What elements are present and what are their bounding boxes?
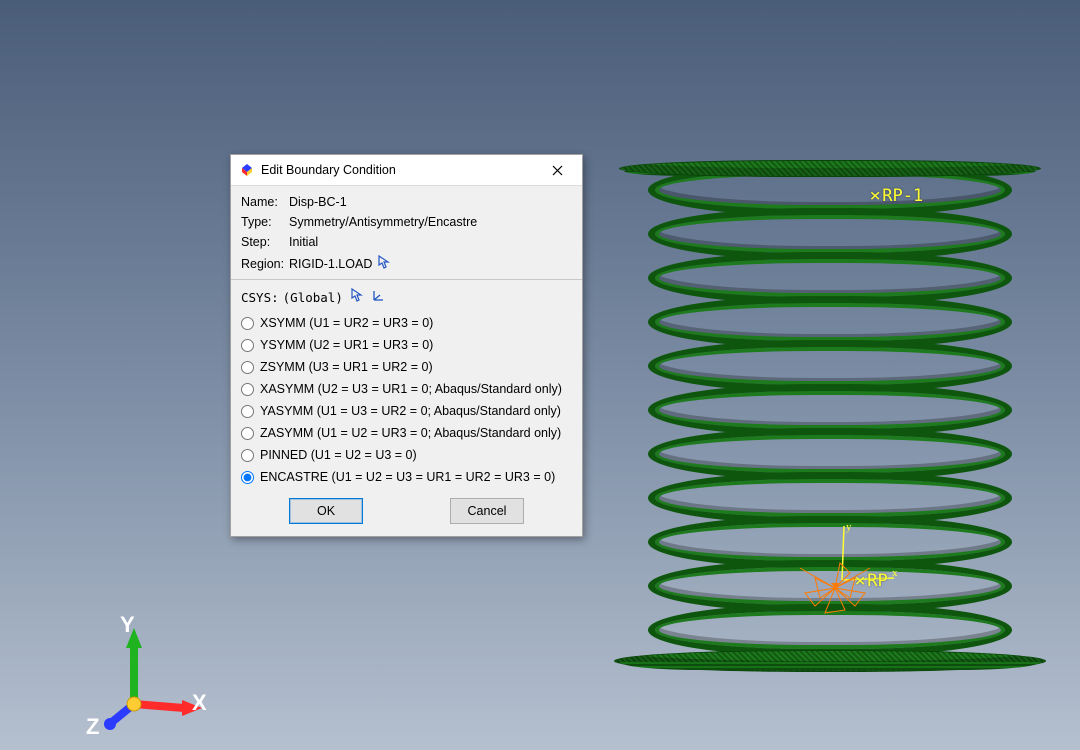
option-label: YASYMM (U1 = U3 = UR2 = 0; Abaqus/Standa… [260,404,561,418]
axis-z-label: Z [86,714,99,740]
radio-xasymm[interactable] [241,383,254,396]
dialog-titlebar[interactable]: Edit Boundary Condition [231,155,582,186]
type-label: Type: [241,215,289,229]
ok-button[interactable]: OK [289,498,363,524]
reference-point-2-label: ×RP [855,571,888,591]
option-label: YSYMM (U2 = UR1 = UR3 = 0) [260,338,433,352]
separator [231,279,582,280]
option-pinned[interactable]: PINNED (U1 = U2 = U3 = 0) [241,444,572,466]
close-icon [552,165,563,176]
global-axis-triad[interactable]: Y X Z [74,618,214,738]
option-ysymm[interactable]: YSYMM (U2 = UR1 = UR3 = 0) [241,334,572,356]
radio-zsymm[interactable] [241,361,254,374]
option-label: PINNED (U1 = U2 = U3 = 0) [260,448,417,462]
bottom-plate-edge [620,662,1040,670]
cancel-button[interactable]: Cancel [450,498,524,524]
step-value: Initial [289,235,318,249]
rp-anchor-icon: × [854,571,865,591]
radio-pinned[interactable] [241,449,254,462]
close-button[interactable] [538,158,576,182]
region-value: RIGID-1.LOAD [289,257,372,271]
region-label: Region: [241,257,289,271]
create-csys-icon[interactable] [371,289,385,306]
option-label: XASYMM (U2 = U3 = UR1 = 0; Abaqus/Standa… [260,382,562,396]
axis-y-label: Y [120,612,135,638]
option-zasymm[interactable]: ZASYMM (U1 = U2 = UR3 = 0; Abaqus/Standa… [241,422,572,444]
radio-xsymm[interactable] [241,317,254,330]
type-value: Symmetry/Antisymmetry/Encastre [289,215,477,229]
fea-viewport[interactable]: x y ×RP-1 ×RP [0,0,1080,750]
name-value: Disp-BC-1 [289,195,347,209]
option-label: ZASYMM (U1 = U2 = UR3 = 0; Abaqus/Standa… [260,426,561,440]
radio-zasymm[interactable] [241,427,254,440]
option-label: ENCASTRE (U1 = U2 = U3 = UR1 = UR2 = UR3… [260,470,555,484]
option-zsymm[interactable]: ZSYMM (U3 = UR1 = UR2 = 0) [241,356,572,378]
app-icon [239,162,255,178]
option-xasymm[interactable]: XASYMM (U2 = U3 = UR1 = 0; Abaqus/Standa… [241,378,572,400]
top-plate [619,160,1042,177]
axis-x-label: X [192,690,207,716]
csys-value: (Global) [283,290,343,305]
radio-encastre[interactable] [241,471,254,484]
option-yasymm[interactable]: YASYMM (U1 = U3 = UR2 = 0; Abaqus/Standa… [241,400,572,422]
option-label: XSYMM (U1 = UR2 = UR3 = 0) [260,316,433,330]
pick-csys-icon[interactable] [351,288,363,306]
reference-point-1-label: ×RP-1 [870,186,923,206]
option-xsymm[interactable]: XSYMM (U1 = UR2 = UR3 = 0) [241,312,572,334]
pick-region-icon[interactable] [378,255,390,272]
option-label: ZSYMM (U3 = UR1 = UR2 = 0) [260,360,433,374]
dialog-title: Edit Boundary Condition [261,163,538,177]
step-label: Step: [241,235,289,249]
csys-label: CSYS: [241,290,279,305]
option-encastre[interactable]: ENCASTRE (U1 = U2 = U3 = UR1 = UR2 = UR3… [241,466,572,488]
rp-anchor-icon: × [869,186,880,206]
radio-yasymm[interactable] [241,405,254,418]
radio-ysymm[interactable] [241,339,254,352]
name-label: Name: [241,195,289,209]
edit-boundary-condition-dialog: Edit Boundary Condition Name: Disp-BC-1 … [230,154,583,537]
